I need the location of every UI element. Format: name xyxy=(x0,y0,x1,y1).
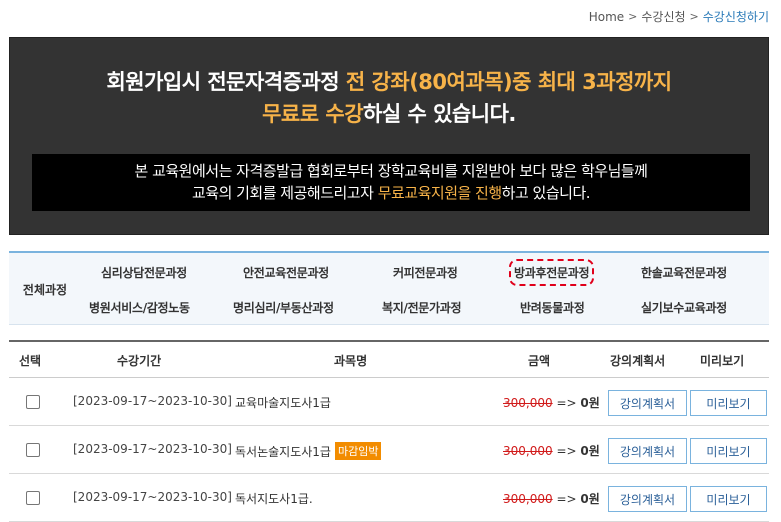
final-price: 0원 xyxy=(580,444,600,458)
category-item[interactable]: 한솔교육전문과정 xyxy=(641,264,727,281)
notice-highlight: 무료교육지원을 진행 xyxy=(377,184,502,202)
header-title: 과목명 xyxy=(334,354,368,368)
closing-soon-badge: 마감임박 xyxy=(334,442,382,460)
notice-line-1: 본 교육원에서는 자격증발급 협회로부터 장학교육비를 지원받아 보다 많은 학… xyxy=(134,162,648,180)
preview-button[interactable]: 미리보기 xyxy=(690,486,767,512)
table-header: 선택 수강기간 과목명 금액 강의계획서 미리보기 xyxy=(9,340,769,378)
promo-banner: 회원가입시 전문자격증과정 전 강좌(80여과목)중 최대 3과정까지 무료로 … xyxy=(9,37,769,235)
price-arrow: => xyxy=(556,492,577,506)
course-title[interactable]: 독서논술지도사1급 마감임박 xyxy=(235,442,382,460)
header-plan: 강의계획서 xyxy=(610,354,666,368)
syllabus-button[interactable]: 강의계획서 xyxy=(608,390,687,416)
preview-button[interactable]: 미리보기 xyxy=(690,390,767,416)
category-item-highlighted[interactable]: 방과후전문과정 xyxy=(508,259,595,286)
course-price: 300,000 => 0원 xyxy=(503,442,600,459)
course-title[interactable]: 독서지도사1급. xyxy=(235,490,313,507)
category-item[interactable]: 안전교육전문과정 xyxy=(243,264,329,281)
original-price: 300,000 xyxy=(503,492,553,506)
table-row: [2023-09-17~2023-10-30] 교육마술지도사1급 300,00… xyxy=(9,378,769,426)
table-row: [2023-09-17~2023-10-30] 독서논술지도사1급 마감임박 30… xyxy=(9,426,769,474)
breadcrumb: Home > 수강신청 > 수강신청하기 xyxy=(589,8,769,25)
category-item[interactable]: 병원서비스/감정노동 xyxy=(89,299,190,316)
headline-highlight-2: 무료로 수강 xyxy=(262,102,364,126)
banner-notice: 본 교육원에서는 자격증발급 협회로부터 장학교육비를 지원받아 보다 많은 학… xyxy=(32,154,750,211)
select-checkbox[interactable] xyxy=(26,395,40,409)
course-title-text: 교육마술지도사1급 xyxy=(235,396,331,410)
preview-button[interactable]: 미리보기 xyxy=(690,438,767,464)
table-row: [2023-09-17~2023-10-30] 독서지도사1급. 300,000… xyxy=(9,474,769,522)
course-title-text: 독서지도사1급. xyxy=(235,492,313,506)
notice-text-2c: 하고 있습니다. xyxy=(501,184,591,202)
headline-text-1a: 회원가입시 전문자격증과정 xyxy=(106,70,346,94)
syllabus-button[interactable]: 강의계획서 xyxy=(608,438,687,464)
chevron-right-icon: > xyxy=(689,10,699,23)
original-price: 300,000 xyxy=(503,396,553,410)
header-select: 선택 xyxy=(19,354,42,368)
course-period: [2023-09-17~2023-10-30] xyxy=(73,394,232,408)
price-arrow: => xyxy=(556,396,577,410)
chevron-right-icon: > xyxy=(628,10,638,23)
course-price: 300,000 => 0원 xyxy=(503,394,600,411)
header-preview: 미리보기 xyxy=(700,354,745,368)
course-period: [2023-09-17~2023-10-30] xyxy=(73,490,232,504)
category-item[interactable]: 실기보수교육과정 xyxy=(641,299,727,316)
header-period: 수강기간 xyxy=(117,354,162,368)
price-arrow: => xyxy=(556,444,577,458)
breadcrumb-home[interactable]: Home xyxy=(589,10,624,24)
notice-text-2a: 교육의 기회를 제공해드리고자 xyxy=(191,184,378,202)
course-table: 선택 수강기간 과목명 금액 강의계획서 미리보기 [2023-09-17~20… xyxy=(9,340,769,522)
syllabus-button[interactable]: 강의계획서 xyxy=(608,486,687,512)
select-checkbox[interactable] xyxy=(26,491,40,505)
final-price: 0원 xyxy=(580,492,600,506)
header-price: 금액 xyxy=(528,354,551,368)
category-item[interactable]: 명리심리/부동산과정 xyxy=(233,299,334,316)
original-price: 300,000 xyxy=(503,444,553,458)
course-price: 300,000 => 0원 xyxy=(503,490,600,507)
headline-highlight-1: 전 강좌(80여과목)중 최대 3과정까지 xyxy=(345,70,672,94)
course-title-text: 독서논술지도사1급 xyxy=(235,444,331,459)
final-price: 0원 xyxy=(580,396,600,410)
headline-text-2b: 하실 수 있습니다. xyxy=(363,102,516,126)
select-checkbox[interactable] xyxy=(26,443,40,457)
banner-headline: 회원가입시 전문자격증과정 전 강좌(80여과목)중 최대 3과정까지 무료로 … xyxy=(10,66,768,130)
course-period: [2023-09-17~2023-10-30] xyxy=(73,442,232,456)
category-item[interactable]: 커피전문과정 xyxy=(393,264,458,281)
category-filter: 전체과정 심리상담전문과정 안전교육전문과정 커피전문과정 방과후전문과정 한솔… xyxy=(9,251,769,325)
category-item[interactable]: 심리상담전문과정 xyxy=(101,264,187,281)
category-item[interactable]: 복지/전문가과정 xyxy=(382,299,462,316)
breadcrumb-level1[interactable]: 수강신청 xyxy=(641,8,685,25)
course-title[interactable]: 교육마술지도사1급 xyxy=(235,394,331,411)
category-all[interactable]: 전체과정 xyxy=(9,253,81,325)
breadcrumb-current[interactable]: 수강신청하기 xyxy=(703,8,769,25)
category-item[interactable]: 반려동물과정 xyxy=(520,299,585,316)
